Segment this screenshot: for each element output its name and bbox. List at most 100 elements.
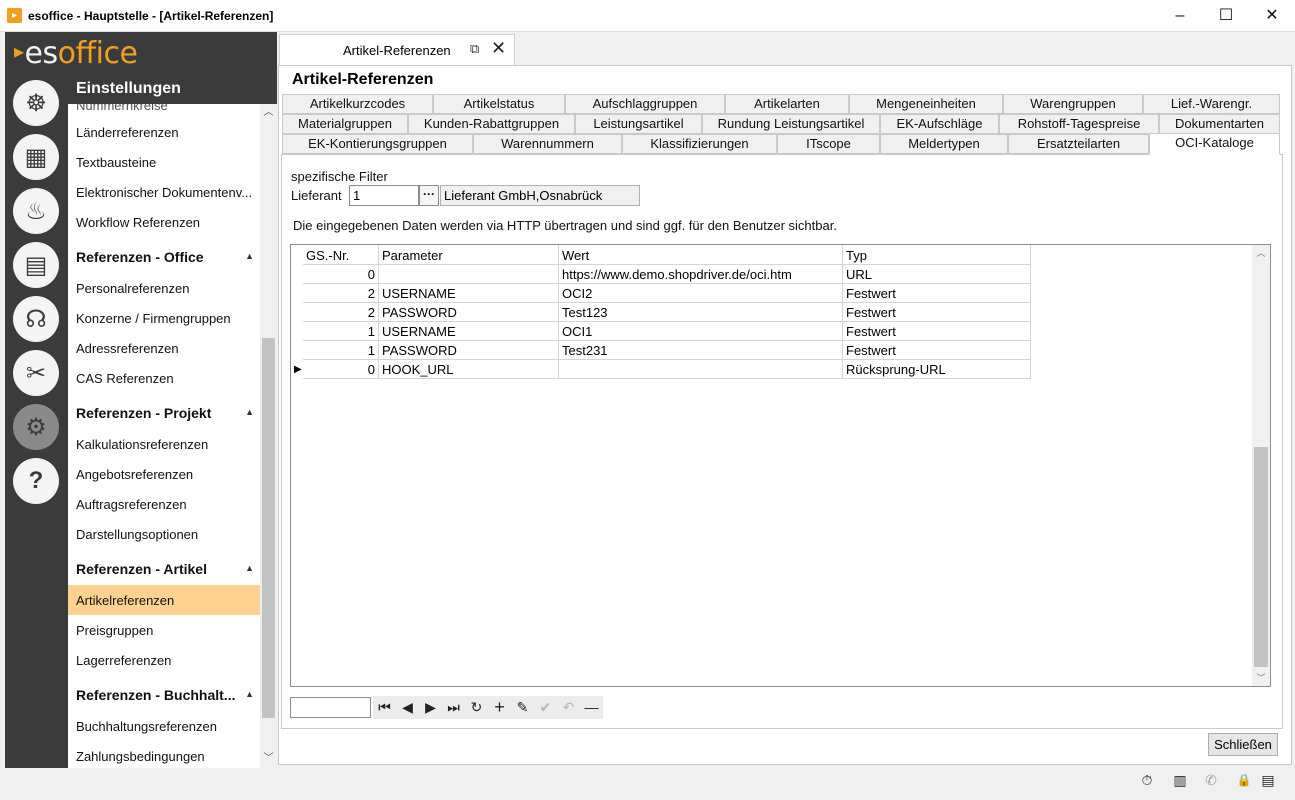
tab-ersatzteilarten[interactable]: Ersatzteilarten [1008,134,1149,154]
last-record-icon[interactable]: ⏭ [442,696,465,719]
scroll-up-icon[interactable]: ︿ [1252,245,1270,261]
sidebar-item-kalkulationsreferenzen[interactable]: Kalkulationsreferenzen [68,429,260,459]
sidebar-item-preisgruppen[interactable]: Preisgruppen [68,615,260,645]
cell-parameter[interactable]: PASSWORD [379,341,559,360]
calculator-icon[interactable]: ▦ [13,134,59,180]
tab-rundung-leistungsartikel[interactable]: Rundung Leistungsartikel [702,114,880,134]
cell-parameter[interactable]: USERNAME [379,284,559,303]
cell-gs-nr[interactable]: 0 [303,265,379,284]
minimize-button[interactable]: – [1157,0,1203,32]
first-record-icon[interactable]: ⏮ [373,696,396,719]
column-header-wert[interactable]: Wert [559,245,843,265]
cell-typ[interactable]: Rücksprung-URL [843,360,1031,379]
database-icon[interactable]: ▤ [1259,771,1277,789]
grid-scrollbar[interactable]: ︿ ﹀ [1252,245,1270,686]
add-record-icon[interactable]: + [488,696,511,719]
tab-artikelarten[interactable]: Artikelarten [725,94,849,114]
tab-klassifizierungen[interactable]: Klassifizierungen [622,134,777,154]
lieferant-input[interactable]: 1 [349,185,419,206]
sidebar-item-laenderreferenzen[interactable]: Länderreferenzen [68,117,260,147]
sidebar-item-auftragsreferenzen[interactable]: Auftragsreferenzen [68,489,260,519]
cash-icon[interactable]: ▤ [13,242,59,288]
next-record-icon[interactable]: ▶ [419,696,442,719]
cell-wert[interactable]: Test231 [559,341,843,360]
column-header-gs-nr[interactable]: GS.-Nr. [303,245,379,265]
cell-gs-nr[interactable]: 0 [303,360,379,379]
prev-record-icon[interactable]: ◀ [396,696,419,719]
sidebar-item-zahlungsbedingungen[interactable]: Zahlungsbedingungen [68,741,260,768]
lock-icon[interactable]: 🔒 [1235,771,1253,789]
cell-typ[interactable]: URL [843,265,1031,284]
help-icon[interactable]: ? [13,458,59,504]
sidebar-item-buchhaltungsreferenzen[interactable]: Buchhaltungsreferenzen [68,711,260,741]
cell-wert[interactable] [559,360,843,379]
sidebar-item-textbausteine[interactable]: Textbausteine [68,147,260,177]
tools-icon[interactable]: ✂ [13,350,59,396]
cell-gs-nr[interactable]: 2 [303,284,379,303]
tab-dokumentarten[interactable]: Dokumentarten [1159,114,1280,134]
tab-artikelkurzcodes[interactable]: Artikelkurzcodes [282,94,433,114]
document-tab-artikel-referenzen[interactable]: Artikel-Referenzen ⧉ ✕ [279,34,515,65]
tab-oci-kataloge[interactable]: OCI-Kataloge [1149,133,1280,155]
tab-aufschlaggruppen[interactable]: Aufschlaggruppen [565,94,725,114]
tab-itscope[interactable]: ITscope [777,134,880,154]
sidebar-group-projekt[interactable]: Referenzen - Projekt ▲ [68,399,260,429]
cell-parameter[interactable]: PASSWORD [379,303,559,322]
stopwatch-icon[interactable]: ⏱ [1138,771,1156,789]
sidebar-group-office[interactable]: Referenzen - Office ▲ [68,243,260,273]
sidebar-item-personalreferenzen[interactable]: Personalreferenzen [68,273,260,303]
cell-wert[interactable]: OCI1 [559,322,843,341]
sidebar-item-lagerreferenzen[interactable]: Lagerreferenzen [68,645,260,675]
scroll-down-icon[interactable]: ﹀ [1252,670,1270,686]
sidebar-group-artikel[interactable]: Referenzen - Artikel ▲ [68,555,260,585]
helm-icon[interactable]: ☸ [13,80,59,126]
column-header-typ[interactable]: Typ [843,245,1031,265]
sidebar-scrollbar[interactable]: ︿ ﹀ [260,104,277,768]
sidebar-group-buchhaltung[interactable]: Referenzen - Buchhalt... ▲ [68,681,260,711]
alarm-light-icon[interactable]: ♨ [13,188,59,234]
tab-meldertypen[interactable]: Meldertypen [880,134,1008,154]
tab-ek-aufschlaege[interactable]: EK-Aufschläge [880,114,999,134]
cell-parameter[interactable] [379,265,559,284]
column-header-parameter[interactable]: Parameter [379,245,559,265]
scrollbar-thumb[interactable] [262,338,275,718]
popout-icon[interactable]: ⧉ [470,41,479,57]
delete-record-icon[interactable]: — [580,696,603,719]
cell-typ[interactable]: Festwert [843,303,1031,322]
sidebar-item-adressreferenzen[interactable]: Adressreferenzen [68,333,260,363]
sidebar-item-darstellungsoptionen[interactable]: Darstellungsoptionen [68,519,260,549]
cell-wert[interactable]: https://www.demo.shopdriver.de/oci.htm [559,265,843,284]
cell-typ[interactable]: Festwert [843,341,1031,360]
tab-materialgruppen[interactable]: Materialgruppen [282,114,408,134]
phone-icon[interactable]: ✆ [1202,771,1220,789]
close-tab-icon[interactable]: ✕ [491,38,506,59]
cell-parameter[interactable]: USERNAME [379,322,559,341]
sidebar-item-artikelreferenzen[interactable]: Artikelreferenzen [68,585,260,615]
building-icon[interactable]: ▥ [1171,771,1189,789]
cell-gs-nr[interactable]: 2 [303,303,379,322]
maximize-button[interactable]: ☐ [1203,0,1249,32]
scrollbar-thumb[interactable] [1254,447,1268,667]
cell-gs-nr[interactable]: 1 [303,322,379,341]
tab-lief-warengr[interactable]: Lief.-Warengr. [1143,94,1280,114]
tab-kunden-rabattgruppen[interactable]: Kunden-Rabattgruppen [408,114,575,134]
sidebar-item-workflow-referenzen[interactable]: Workflow Referenzen [68,207,260,237]
tab-artikelstatus[interactable]: Artikelstatus [433,94,565,114]
settings-gears-icon[interactable]: ⚙ [13,404,59,450]
cell-parameter[interactable]: HOOK_URL [379,360,559,379]
close-button[interactable]: Schließen [1208,733,1278,756]
cell-typ[interactable]: Festwert [843,284,1031,303]
edit-record-icon[interactable]: ✎ [511,696,534,719]
headset-icon[interactable]: ☊ [13,296,59,342]
sidebar-item-dokumentenverwaltung[interactable]: Elektronischer Dokumentenv... [68,177,260,207]
tab-warengruppen[interactable]: Warengruppen [1003,94,1143,114]
sidebar-item-konzerne[interactable]: Konzerne / Firmengruppen [68,303,260,333]
tab-rohstoff-tagespreise[interactable]: Rohstoff-Tagespreise [999,114,1159,134]
tab-ek-kontierungsgruppen[interactable]: EK-Kontierungsgruppen [282,134,473,154]
lieferant-lookup-button[interactable]: ··· [419,185,439,206]
tab-warennummern[interactable]: Warennummern [473,134,622,154]
sidebar-item-angebotsreferenzen[interactable]: Angebotsreferenzen [68,459,260,489]
tab-mengeneinheiten[interactable]: Mengeneinheiten [849,94,1003,114]
sidebar-item-cas-referenzen[interactable]: CAS Referenzen [68,363,260,393]
tab-leistungsartikel[interactable]: Leistungsartikel [575,114,702,134]
